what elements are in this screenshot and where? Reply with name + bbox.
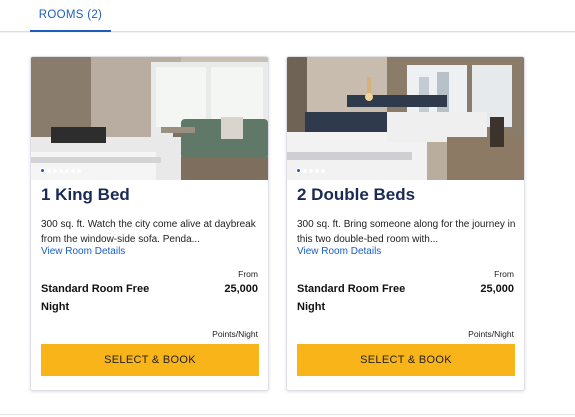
carousel-dot[interactable] <box>53 168 57 173</box>
room-title: 1 King Bed <box>41 185 130 204</box>
price: 25,000 <box>224 283 258 295</box>
carousel-dot[interactable] <box>77 168 81 173</box>
select-and-book-button[interactable]: SELECT & BOOK <box>41 344 259 376</box>
price-unit: Points/Night <box>468 329 514 339</box>
room-title: 2 Double Beds <box>297 185 416 204</box>
rate-name: Standard Room Free Night <box>41 283 150 313</box>
price: 25,000 <box>480 283 514 295</box>
room-photo[interactable] <box>287 57 524 180</box>
view-room-details-link[interactable]: View Room Details <box>41 246 125 257</box>
carousel-dot[interactable] <box>65 168 69 173</box>
carousel-dot[interactable] <box>296 168 301 173</box>
room-card-king: 1 King Bed 300 sq. ft. Watch the city co… <box>30 56 269 391</box>
carousel-dot[interactable] <box>47 168 51 173</box>
room-description: 300 sq. ft. Bring someone along for the … <box>297 219 516 245</box>
carousel-dot[interactable] <box>309 168 313 173</box>
room-description: 300 sq. ft. Watch the city come alive at… <box>41 219 256 245</box>
rate-name: Standard Room Free Night <box>297 283 406 313</box>
carousel-dot[interactable] <box>59 168 63 173</box>
price-unit: Points/Night <box>212 329 258 339</box>
tab-rooms[interactable]: ROOMS (2) <box>30 0 111 32</box>
from-label: From <box>494 269 514 279</box>
divider <box>0 414 575 415</box>
from-label: From <box>238 269 258 279</box>
carousel-dots[interactable] <box>40 168 81 173</box>
tab-bar: ROOMS (2) <box>0 0 575 32</box>
carousel-dot[interactable] <box>315 168 319 173</box>
carousel-dots[interactable] <box>296 168 325 173</box>
carousel-dot[interactable] <box>71 168 75 173</box>
carousel-dot[interactable] <box>303 168 307 173</box>
view-room-details-link[interactable]: View Room Details <box>297 246 381 257</box>
select-and-book-button[interactable]: SELECT & BOOK <box>297 344 515 376</box>
carousel-dot[interactable] <box>40 168 45 173</box>
room-photo[interactable] <box>31 57 268 180</box>
room-card-double: 2 Double Beds 300 sq. ft. Bring someone … <box>286 56 525 391</box>
carousel-dot[interactable] <box>321 168 325 173</box>
